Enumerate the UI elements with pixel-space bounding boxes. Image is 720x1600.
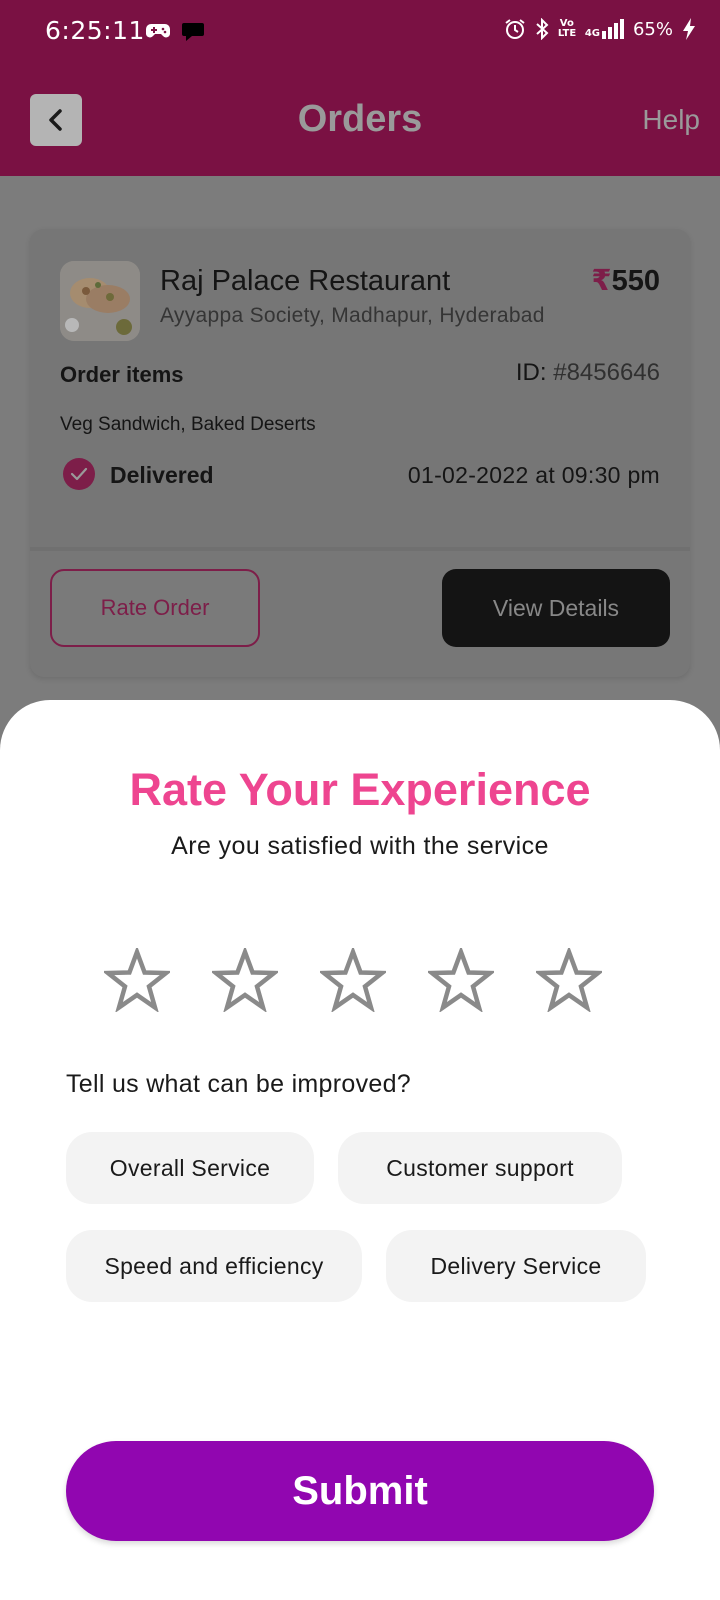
order-items-label: Order items <box>60 362 184 387</box>
star-1[interactable] <box>104 947 170 1013</box>
page-title: Orders <box>297 98 423 140</box>
order-id-label: ID: <box>515 359 547 386</box>
star-rating <box>104 947 618 1013</box>
volte-indicator: Vo LTE <box>557 18 577 39</box>
chip-speed-efficiency[interactable]: Speed and efficiency <box>66 1230 362 1302</box>
restaurant-name: Raj Palace Restaurant <box>160 265 451 297</box>
chip-delivery-service[interactable]: Delivery Service <box>386 1230 646 1302</box>
signal-indicator: 4G <box>585 19 624 39</box>
alarm-icon <box>505 19 525 39</box>
star-outline-icon <box>212 948 278 1012</box>
check-circle-icon <box>63 458 95 490</box>
rate-order-button[interactable]: Rate Order <box>50 569 260 647</box>
improve-label: Tell us what can be improved? <box>66 1070 411 1098</box>
star-4[interactable] <box>428 947 494 1013</box>
order-id-value: #8456646 <box>553 359 660 386</box>
status-right: Vo LTE 4G 65% <box>504 18 696 40</box>
restaurant-address: Ayyappa Society, Madhapur, Hyderabad <box>160 304 545 327</box>
submit-button[interactable]: Submit <box>66 1441 654 1541</box>
star-2[interactable] <box>212 947 278 1013</box>
view-details-button[interactable]: View Details <box>442 569 670 647</box>
order-date: 01-02-2022 at 09:30 pm <box>407 462 660 488</box>
bluetooth-icon <box>536 18 549 40</box>
star-outline-icon <box>104 948 170 1012</box>
restaurant-image <box>60 261 140 341</box>
chat-bubble-icon <box>182 23 204 41</box>
network-type: 4G <box>584 28 600 39</box>
food-plate-image <box>60 261 140 341</box>
star-outline-icon <box>428 948 494 1012</box>
help-link[interactable]: Help <box>642 104 700 136</box>
star-outline-icon <box>536 948 602 1012</box>
price-value: 550 <box>611 265 660 297</box>
order-status: Delivered <box>110 462 214 488</box>
order-card: Raj Palace Restaurant ₹550 Ayyappa Socie… <box>30 229 690 677</box>
star-3[interactable] <box>320 947 386 1013</box>
battery-percent: 65% <box>632 18 673 40</box>
order-id: ID: #8456646 <box>516 359 660 387</box>
signal-bars-icon <box>601 19 624 39</box>
sheet-title: Rate Your Experience <box>129 764 591 815</box>
status-bar: 6:25:11 Vo LTE 4G 65% <box>0 0 720 64</box>
rating-bottom-sheet: Rate Your Experience Are you satisfied w… <box>0 700 720 1600</box>
star-5[interactable] <box>536 947 602 1013</box>
order-items: Veg Sandwich, Baked Deserts <box>60 414 316 435</box>
app-header: Orders Help <box>0 64 720 176</box>
status-time: 6:25:11 <box>45 16 145 45</box>
chip-overall-service[interactable]: Overall Service <box>66 1132 314 1204</box>
game-controller-icon <box>146 24 170 38</box>
currency-symbol: ₹ <box>591 265 612 297</box>
chip-customer-support[interactable]: Customer support <box>338 1132 622 1204</box>
sheet-subtitle: Are you satisfied with the service <box>171 832 549 860</box>
order-price: ₹550 <box>591 263 660 298</box>
status-app-icons <box>145 20 205 42</box>
charging-bolt-icon <box>683 18 695 40</box>
star-outline-icon <box>320 948 386 1012</box>
